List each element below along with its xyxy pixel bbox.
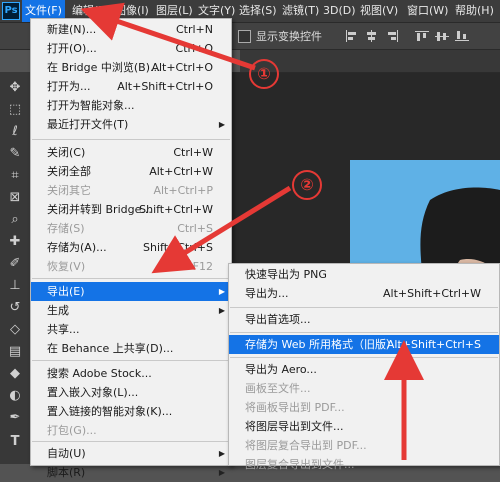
blur-icon[interactable]: ◆ [7, 366, 23, 382]
brush-icon[interactable]: ✐ [7, 256, 23, 272]
marquee-icon[interactable]: ⬚ [7, 102, 23, 118]
dodge-icon[interactable]: ◐ [7, 388, 23, 404]
gradient-icon[interactable]: ▤ [7, 344, 23, 360]
file-menu-item: 恢复(V) F12 [47, 260, 213, 273]
file-menu-item[interactable]: 打开(O)... Ctrl+O [31, 39, 231, 58]
align-left-icon[interactable] [345, 30, 359, 42]
align-right-icon[interactable] [385, 30, 399, 42]
lasso-icon[interactable]: ℓ [7, 124, 23, 140]
file-menu: 新建(N)... Ctrl+N 打开(O)... Ctrl+O 在 Bridge 中… [30, 18, 232, 479]
submenu-arrow-icon: ▶ [218, 449, 225, 458]
menu-window[interactable]: 窗口(W) [404, 0, 451, 22]
export-menu-item[interactable]: 导出为... Alt+Shift+Ctrl+W [229, 284, 499, 303]
submenu-arrow-icon: ▶ [218, 306, 225, 315]
menu-separator [32, 441, 230, 442]
file-menu-item[interactable]: 关闭并转到 Bridge... Shift+Ctrl+W [31, 200, 231, 219]
file-menu-item[interactable]: 置入链接的智能对象(K)... [31, 402, 231, 421]
submenu-arrow-icon: ▶ [218, 468, 225, 477]
export-submenu: 快速导出为 PNG 导出为... Alt+Shift+Ctrl+W 导出首选项..… [228, 263, 500, 471]
eyedropper-icon[interactable]: ⌕ [7, 212, 23, 228]
submenu-arrow-icon: ▶ [218, 287, 225, 296]
menu-separator [230, 307, 498, 308]
export-menu-item: 画板至文件... [245, 382, 311, 395]
export-menu-item: 图层复合导出到文件... [245, 458, 355, 471]
menu-separator [230, 332, 498, 333]
quick-select-icon[interactable]: ✎ [7, 146, 23, 162]
file-menu-item[interactable]: 自动(U) ▶ [31, 444, 231, 463]
file-menu-item: 打包(G)... [47, 424, 97, 437]
pen-icon[interactable]: ✒ [7, 410, 23, 426]
export-menu-item[interactable]: 导出首选项... [229, 310, 499, 329]
file-menu-item[interactable]: 最近打开文件(T) ▶ [31, 115, 231, 134]
export-menu-item[interactable]: 将图层导出到文件... [229, 417, 499, 436]
file-menu-item-export[interactable]: 导出(E) ▶ [31, 282, 231, 301]
annotation-badge-1: ① [249, 59, 279, 89]
file-menu-item: 关闭其它 Alt+Ctrl+P [47, 184, 213, 197]
export-menu-item[interactable]: 快速导出为 PNG [229, 265, 499, 284]
stamp-icon[interactable]: ⊥ [7, 278, 23, 294]
move-icon[interactable]: ✥ [7, 80, 23, 96]
export-menu-item: 将图层复合导出到 PDF... [245, 439, 367, 452]
file-menu-item[interactable]: 新建(N)... Ctrl+N [31, 20, 231, 39]
file-menu-item[interactable]: 在 Bridge 中浏览(B)... Alt+Ctrl+O [31, 58, 231, 77]
menu-separator [32, 278, 230, 279]
file-menu-item[interactable]: 共享... [31, 320, 231, 339]
menu-3d[interactable]: 3D(D) [320, 0, 359, 22]
show-transform-checkbox[interactable] [238, 30, 251, 43]
file-menu-item[interactable]: 生成 ▶ [31, 301, 231, 320]
eraser-icon[interactable]: ◇ [7, 322, 23, 338]
align-center-icon[interactable] [365, 30, 379, 42]
file-menu-item[interactable]: 打开为... Alt+Shift+Ctrl+O [31, 77, 231, 96]
menu-help[interactable]: 帮助(H) [452, 0, 497, 22]
file-menu-item[interactable]: 关闭全部 Alt+Ctrl+W [31, 162, 231, 181]
menu-filter[interactable]: 滤镜(T) [279, 0, 322, 22]
align-bottom-icon[interactable] [455, 30, 469, 42]
menu-view[interactable]: 视图(V) [357, 0, 401, 22]
menu-select[interactable]: 选择(S) [236, 0, 280, 22]
file-menu-item[interactable]: 打开为智能对象... [31, 96, 231, 115]
file-menu-item[interactable]: 在 Behance 上共享(D)... [31, 339, 231, 358]
show-transform-label: 显示变换控件 [256, 30, 322, 43]
type-icon[interactable]: T [7, 434, 23, 450]
menu-separator [32, 139, 230, 140]
file-menu-item[interactable]: 脚本(R) ▶ [31, 463, 231, 482]
export-menu-item-save-for-web[interactable]: 存储为 Web 所用格式（旧版）... Alt+Shift+Ctrl+S [229, 335, 499, 354]
crop-icon[interactable]: ⌗ [7, 168, 23, 184]
export-menu-item[interactable]: 导出为 Aero... [229, 360, 499, 379]
file-menu-item[interactable]: 存储为(A)... Shift+Ctrl+S [31, 238, 231, 257]
file-menu-item: 存储(S) Ctrl+S [47, 222, 213, 235]
submenu-arrow-icon: ▶ [218, 120, 225, 129]
menu-separator [230, 357, 498, 358]
healing-icon[interactable]: ✚ [7, 234, 23, 250]
menu-separator [32, 360, 230, 361]
annotation-badge-2: ② [292, 170, 322, 200]
align-middle-icon[interactable] [435, 30, 449, 42]
tools-panel: ✥ ⬚ ℓ ✎ ⌗ ⊠ ⌕ ✚ ✐ ⊥ ↺ ◇ ▤ ◆ ◐ ✒ T [0, 72, 31, 464]
photoshop-logo: Ps [2, 2, 20, 20]
file-menu-item[interactable]: 置入嵌入对象(L)... [31, 383, 231, 402]
file-menu-item[interactable]: 关闭(C) Ctrl+W [31, 143, 231, 162]
export-menu-item: 将画板导出到 PDF... [245, 401, 345, 414]
history-brush-icon[interactable]: ↺ [7, 300, 23, 316]
file-menu-item[interactable]: 搜索 Adobe Stock... [31, 364, 231, 383]
align-top-icon[interactable] [415, 30, 429, 42]
frame-icon[interactable]: ⊠ [7, 190, 23, 206]
